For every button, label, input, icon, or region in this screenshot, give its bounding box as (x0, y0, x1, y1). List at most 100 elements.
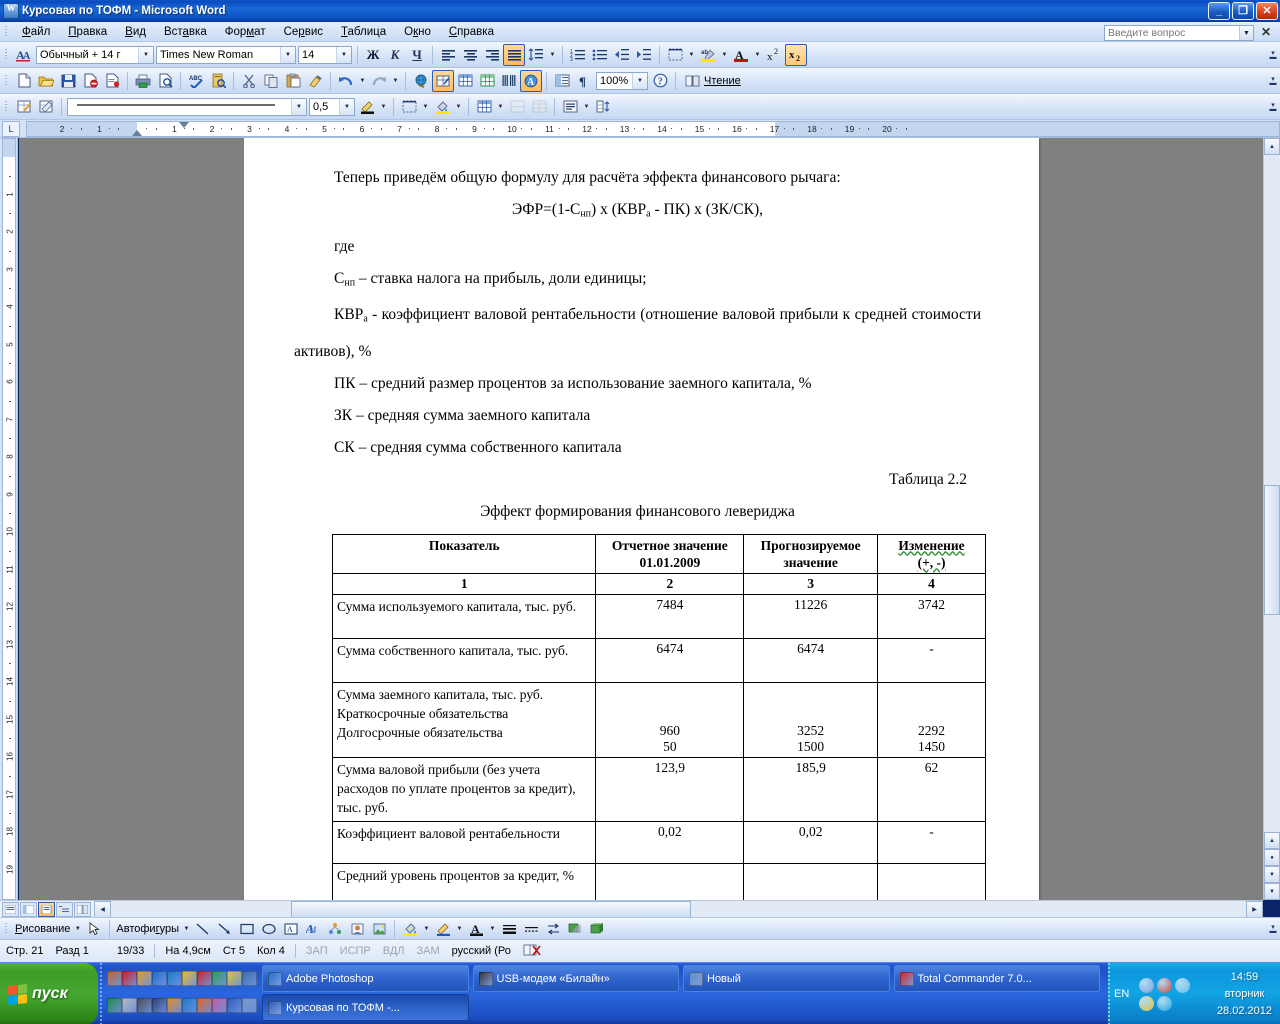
columns-button[interactable] (498, 70, 520, 92)
maximize-button[interactable]: ❐ (1232, 2, 1254, 20)
underline-button[interactable]: Ч (406, 44, 428, 66)
chevron-down-icon[interactable]: ▼ (581, 96, 592, 118)
undo-button[interactable] (335, 70, 357, 92)
align-right-button[interactable] (481, 44, 503, 66)
first-line-indent-marker[interactable] (178, 121, 189, 128)
styles-formatting-icon[interactable]: AA (13, 44, 35, 66)
taskbar-button[interactable]: Total Commander 7.0... (893, 965, 1100, 992)
chevron-down-icon[interactable]: ▼ (420, 96, 431, 118)
menu-item-format[interactable]: Формат (216, 24, 275, 40)
document-map-button[interactable] (551, 70, 573, 92)
align-left-button[interactable] (437, 44, 459, 66)
scroll-down-button[interactable]: ▼ (1264, 883, 1280, 900)
shadow-style-button[interactable] (564, 918, 586, 940)
scroll-right-button[interactable]: ▶ (1246, 900, 1263, 918)
toolbar-overflow-button[interactable]: ▾ ▬ (1266, 43, 1280, 67)
vertical-ruler-band[interactable]: 1 2 3 4 5 6 7 8 9 10 11 12 13 14 15 16 17 18 19 (2, 138, 16, 900)
quicklaunch-icon-opera[interactable] (122, 971, 137, 986)
chevron-down-icon[interactable]: ▼ (454, 918, 465, 940)
tray-icons[interactable] (1133, 977, 1197, 1011)
quicklaunch-icon-clock[interactable] (167, 998, 182, 1013)
quicklaunch-icon-word[interactable] (227, 998, 242, 1013)
print-preview-button[interactable] (154, 70, 176, 92)
new-document-button[interactable] (13, 70, 35, 92)
ask-question-box[interactable]: Введите вопрос ▼ (1104, 25, 1254, 41)
menu-item-service[interactable]: Сервис (275, 24, 332, 40)
quicklaunch-icon-tank[interactable] (107, 971, 122, 986)
table-row[interactable]: Сумма валовой прибыли (без учета расходо… (331, 756, 986, 822)
oval-button[interactable] (258, 918, 280, 940)
copy-button[interactable] (260, 70, 282, 92)
research-button[interactable] (207, 70, 229, 92)
quicklaunch-icon-firefox[interactable] (197, 998, 212, 1013)
vertical-ruler[interactable]: 1 2 3 4 5 6 7 8 9 10 11 12 13 14 15 16 17 18 19 (0, 138, 18, 900)
drawing-menu-button[interactable]: Рисование (13, 923, 72, 935)
show-formatting-button[interactable]: ¶ (573, 70, 595, 92)
chevron-down-icon[interactable]: ▼ (357, 70, 368, 92)
bold-button[interactable]: Ж (362, 44, 384, 66)
line-weight-combo[interactable]: 0,5 ▼ (309, 97, 355, 116)
highlight-button[interactable]: ab (697, 44, 719, 66)
line-spacing-button[interactable] (525, 44, 547, 66)
document-area[interactable]: Теперь приведём общую формулу для расчёт… (19, 138, 1263, 900)
print-layout-view-button[interactable] (38, 901, 55, 917)
borders-dropdown-button[interactable] (398, 96, 420, 118)
chevron-down-icon[interactable]: ▼ (181, 918, 192, 940)
menu-item-insert[interactable]: Вставка (155, 24, 216, 40)
chevron-down-icon[interactable]: ▼ (336, 46, 351, 63)
select-objects-button[interactable] (83, 918, 105, 940)
taskbar-button[interactable]: USB-модем «Билайн» (472, 965, 679, 992)
language-indicator[interactable]: EN (1110, 988, 1133, 1000)
shading-color-button[interactable] (431, 96, 453, 118)
autoshapes-menu-button[interactable]: Автофигуры (114, 923, 181, 935)
quicklaunch-icon-save[interactable] (122, 998, 137, 1013)
zoom-combo[interactable]: 100% ▼ (596, 71, 648, 90)
print-permission-button[interactable] (101, 70, 123, 92)
spellcheck-button[interactable]: ABC (185, 70, 207, 92)
network-icon[interactable] (1139, 977, 1155, 993)
horizontal-scrollbar[interactable]: ◀ ▶ (0, 900, 1263, 918)
status-extend-selection[interactable]: ВДЛ (377, 945, 411, 957)
menu-item-file[interactable]: Файл (13, 24, 59, 40)
italic-button[interactable]: К (384, 44, 406, 66)
font-combo[interactable]: Times New Roman ▼ (156, 45, 296, 64)
table-row[interactable]: Сумма собственного капитала, тыс. руб. 6… (331, 637, 986, 683)
menu-grip[interactable] (3, 24, 10, 40)
menu-item-window[interactable]: Окно (395, 24, 440, 40)
hyperlink-button[interactable] (410, 70, 432, 92)
status-spelling-icon[interactable] (517, 943, 547, 960)
font-size-combo[interactable]: 14 ▼ (298, 45, 352, 64)
toolbar-grip[interactable] (3, 99, 10, 115)
menu-close-icon[interactable]: ✕ (1258, 25, 1274, 41)
taskbar-buttons[interactable]: Adobe Photoshop USB-модем «Билайн» Новый To… (262, 965, 1100, 1023)
dash-style-button[interactable] (520, 918, 542, 940)
print-button[interactable] (132, 70, 154, 92)
subscript-button[interactable]: x2 (785, 43, 807, 66)
web-layout-view-button[interactable] (20, 901, 37, 917)
insert-table-button[interactable] (454, 70, 476, 92)
vertical-scroll-track[interactable] (1264, 155, 1280, 832)
chevron-down-icon[interactable]: ▼ (72, 918, 83, 940)
status-language[interactable]: русский (Ро (446, 945, 517, 957)
table-row[interactable]: Сумма заемного капитала, тыс. руб. Кратк… (331, 681, 986, 758)
quicklaunch-icon-key[interactable] (212, 998, 227, 1013)
toolbar-grip[interactable] (3, 47, 10, 63)
select-browse-object-next[interactable]: ▼ (1264, 866, 1280, 883)
antivirus-icon[interactable] (1139, 995, 1155, 1011)
split-cells-button[interactable] (528, 96, 550, 118)
line-button[interactable] (192, 918, 214, 940)
chevron-down-icon[interactable]: ▼ (487, 918, 498, 940)
chevron-down-icon[interactable]: ▼ (719, 44, 730, 66)
taskbar-button[interactable]: Новый (683, 965, 890, 992)
status-record-mode[interactable]: ЗАП (300, 945, 334, 957)
toolbar-grip[interactable] (3, 921, 10, 937)
border-color-button[interactable] (356, 96, 378, 118)
style-combo[interactable]: Обычный + 14 г ▼ (36, 45, 154, 64)
cut-button[interactable] (238, 70, 260, 92)
chevron-down-icon[interactable]: ▼ (453, 96, 464, 118)
menu-item-table[interactable]: Таблица (332, 24, 395, 40)
font-color-draw-button[interactable]: A (465, 918, 487, 940)
borders-button[interactable] (664, 44, 686, 66)
taskbar-button[interactable]: Курсовая по ТОФМ -... (262, 994, 469, 1021)
picture-button[interactable] (368, 918, 390, 940)
